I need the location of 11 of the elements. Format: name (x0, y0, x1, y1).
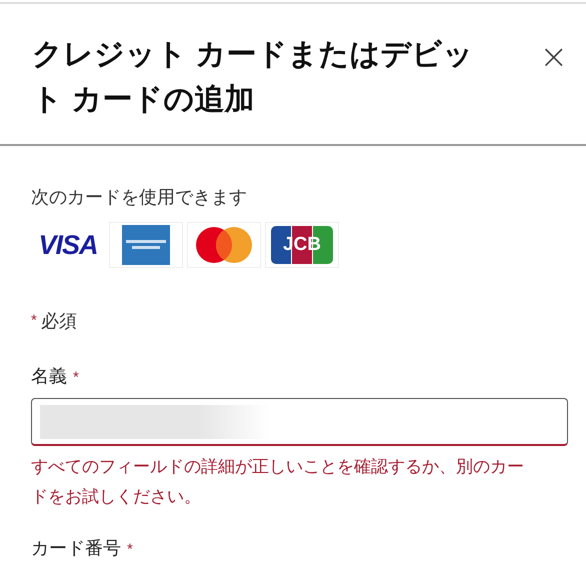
required-mark: * (127, 541, 133, 558)
required-legend: * 必須 (31, 308, 568, 334)
required-mark: * (73, 369, 79, 386)
visa-logo: VISA (37, 228, 99, 262)
dialog-title: クレジット カードまたはデビット カードの追加 (32, 37, 474, 118)
close-button[interactable]: × (536, 40, 572, 74)
field-label: 名義 (31, 365, 67, 388)
accepted-cards-heading: 次のカードを使用できます (31, 186, 248, 209)
error-message: すべてのフィールドの詳細が正しいことを確認するか、別のカードをお試しください。 (31, 456, 525, 508)
field-label: カード番号 (31, 537, 121, 560)
name-input-field[interactable] (31, 398, 568, 446)
